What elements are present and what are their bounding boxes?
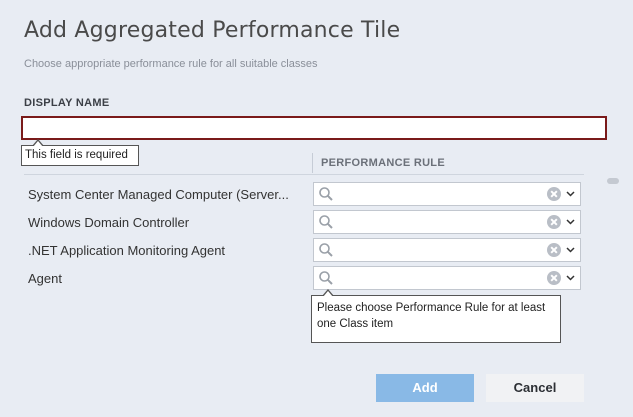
class-name: .NET Application Monitoring Agent [28,243,226,258]
class-name: Windows Domain Controller [28,215,190,230]
performance-rule-picker[interactable] [313,182,581,206]
class-name: Agent [28,271,62,286]
clear-icon[interactable] [547,215,561,229]
chevron-down-icon[interactable] [566,274,575,282]
clear-icon[interactable] [547,271,561,285]
search-icon [319,243,333,257]
performance-rule-picker[interactable] [313,238,581,262]
required-field-tooltip: This field is required [21,139,139,166]
add-tile-dialog: Add Aggregated Performance Tile Choose a… [0,0,633,417]
clear-icon[interactable] [547,187,561,201]
performance-rule-tooltip-text: Please choose Performance Rule for at le… [317,302,546,330]
search-icon [319,187,333,201]
clear-icon[interactable] [547,243,561,257]
scrollbar-thumb[interactable] [607,178,619,184]
class-name: System Center Managed Computer (Server..… [28,187,289,202]
dialog-subtitle: Choose appropriate performance rule for … [24,58,318,70]
performance-rule-column-header: PERFORMANCE RULE [321,157,445,169]
search-icon [319,215,333,229]
performance-rule-picker[interactable] [313,210,581,234]
performance-rule-picker[interactable] [313,266,581,290]
table-header-divider [24,174,584,175]
add-button[interactable]: Add [376,374,474,402]
chevron-down-icon[interactable] [566,218,575,226]
table-row: System Center Managed Computer (Server..… [24,182,584,208]
performance-rule-tooltip: Please choose Performance Rule for at le… [311,289,561,343]
column-divider [312,153,313,173]
dialog-title: Add Aggregated Performance Tile [24,18,401,43]
table-row: Agent [24,266,584,292]
display-name-input[interactable] [21,116,607,140]
search-icon [319,271,333,285]
chevron-down-icon[interactable] [566,246,575,254]
table-row: Windows Domain Controller [24,210,584,236]
cancel-button[interactable]: Cancel [486,374,584,402]
table-row: .NET Application Monitoring Agent [24,238,584,264]
required-field-tooltip-text: This field is required [25,149,128,161]
chevron-down-icon[interactable] [566,190,575,198]
display-name-label: DISPLAY NAME [24,97,110,109]
